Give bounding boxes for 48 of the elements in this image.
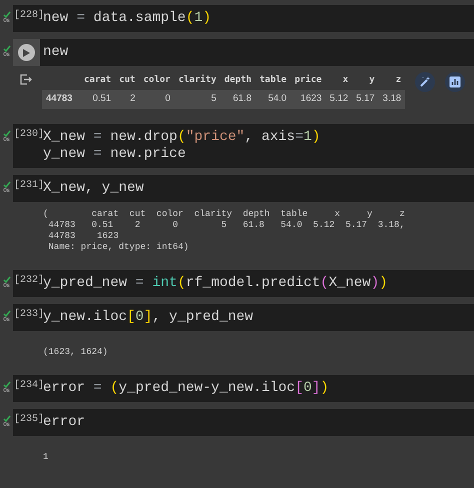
column-header: z (378, 72, 406, 90)
run-button[interactable] (18, 44, 35, 61)
code-line: error (43, 414, 86, 431)
column-header: price (290, 72, 326, 90)
code-line: X_new, y_new (43, 180, 144, 197)
output-text: ( carat cut color clarity depth table x y z 44783 0.51 2 0 5 61.8 54.0 5.12 5.17 3.18, 44783 1623 Name: price, dtype: int64) (43, 209, 405, 253)
table-cell: 2 (115, 90, 140, 109)
code-line: X_new = new.drop("price", axis=1) (43, 129, 320, 146)
execution-count: [232] (13, 274, 44, 286)
code-cell[interactable]: new (13, 39, 474, 66)
code-line: new (43, 44, 68, 61)
execution-count: [233] (13, 308, 44, 320)
chart-button[interactable] (445, 72, 466, 92)
bar-chart-icon (449, 76, 462, 88)
table-cell: 5.17 (352, 90, 379, 109)
execution-count: [230] (13, 128, 44, 140)
column-header: y (352, 72, 379, 90)
column-header: color (139, 72, 174, 90)
magic-wand-button[interactable] (415, 72, 436, 92)
table-cell: 54.0 (255, 90, 291, 109)
execution-count: [231] (13, 178, 44, 191)
code-line: y_new.iloc[0], y_pred_new (43, 309, 254, 326)
table-cell: 5.12 (326, 90, 352, 109)
table-cell: 61.8 (220, 90, 256, 109)
code-line: error = (y_pred_new-y_new.iloc[0]) (43, 380, 329, 397)
output-text: (1623, 1624) (43, 347, 108, 358)
table-cell: 1623 (290, 90, 326, 109)
table-cell: 0 (139, 90, 174, 109)
table-cell: 5 (174, 90, 220, 109)
row-index: 44783 (42, 90, 80, 109)
column-header: cut (115, 72, 140, 90)
column-header: x (326, 72, 352, 90)
execution-count: [228] (13, 8, 44, 21)
table-cell: 0.51 (80, 90, 116, 109)
magic-wand-icon (419, 76, 432, 88)
play-icon (23, 48, 30, 56)
execution-count: [234] (13, 378, 44, 391)
code-line: new = data.sample(1) (43, 10, 212, 27)
output-text: 1 (43, 452, 48, 463)
column-header: carat (80, 72, 116, 90)
column-header: depth (220, 72, 256, 90)
code-line: y_pred_new = int(rf_model.predict(X_new)) (43, 275, 388, 292)
execution-count: [235] (13, 412, 44, 425)
column-header: table (255, 72, 291, 90)
output-icon (20, 74, 32, 85)
column-header: clarity (174, 72, 220, 90)
table-cell: 3.18 (378, 90, 406, 109)
code-line: y_new = new.price (43, 146, 186, 163)
